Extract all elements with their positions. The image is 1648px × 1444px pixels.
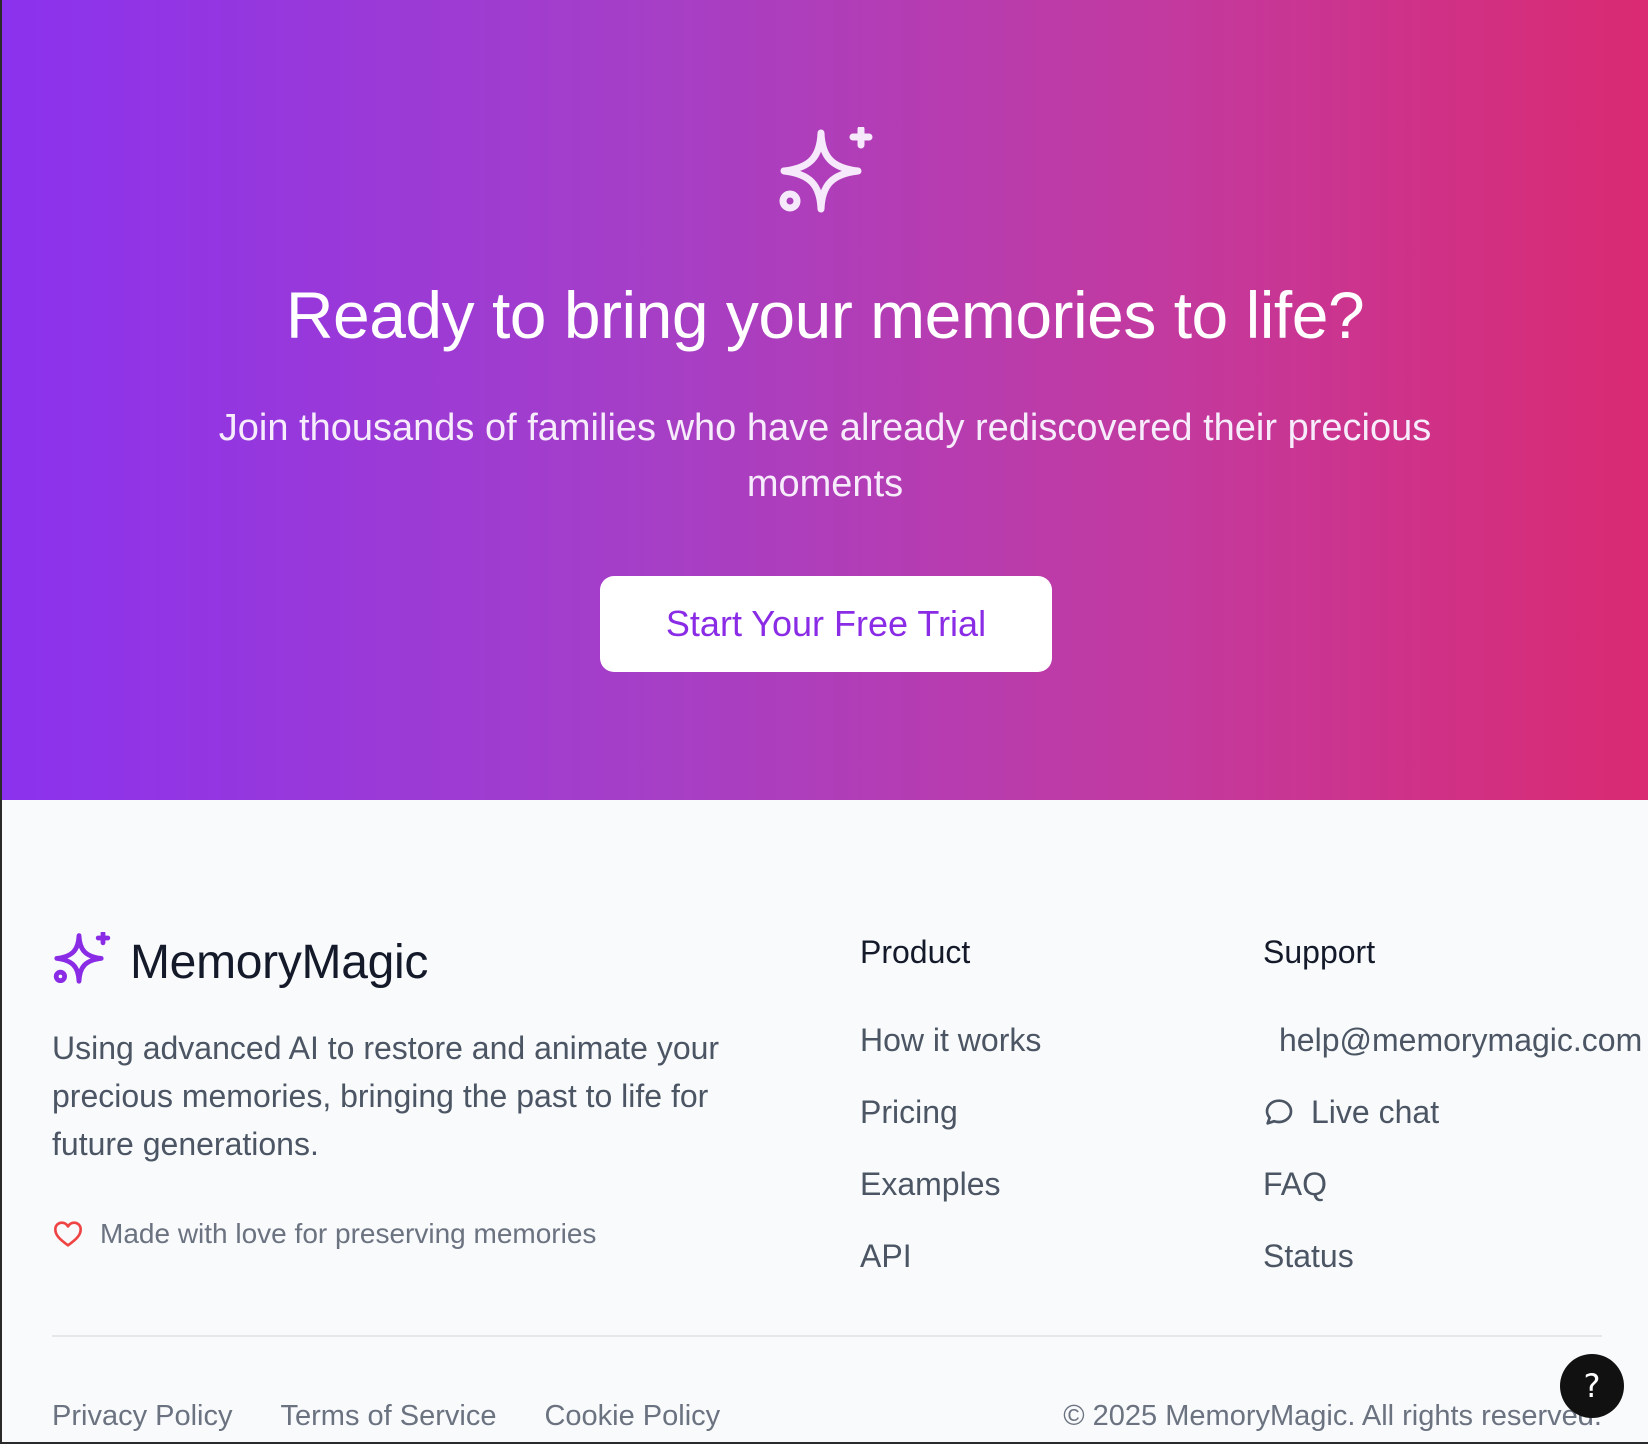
made-with-love-text: Made with love for preserving memories [100,1218,597,1249]
product-column: Product How it works Pricing Examples AP… [860,930,1041,1292]
pricing-link[interactable]: Pricing [860,1076,1041,1148]
cta-subtitle: Join thousands of families who have alre… [218,407,1432,505]
status-link[interactable]: Status [1263,1220,1642,1292]
examples-link[interactable]: Examples [860,1148,1041,1220]
chat-bubble-icon [1265,1099,1293,1125]
help-button[interactable]: ? [1560,1354,1624,1418]
legal-links: Privacy Policy Terms of Service Cookie P… [52,1400,768,1433]
footer-brand[interactable]: MemoryMagic [52,930,428,994]
product-heading: Product [860,934,971,970]
support-heading: Support [1263,934,1376,970]
brand-name: MemoryMagic [130,935,429,989]
live-chat-link[interactable]: Live chat [1263,1076,1642,1148]
sparkles-icon [53,932,111,984]
cookie-policy-link[interactable]: Cookie Policy [544,1400,720,1433]
api-link[interactable]: API [860,1220,1041,1292]
site-footer: MemoryMagic Using advanced AI to restore… [2,800,1648,1442]
copyright-text: © 2025 MemoryMagic. All rights reserved. [1063,1400,1602,1432]
sparkles-icon [779,127,873,213]
question-mark-icon: ? [1583,1367,1601,1405]
support-links: help@memorymagic.com Live chat FAQ Statu… [1263,1004,1642,1292]
privacy-policy-link[interactable]: Privacy Policy [52,1400,233,1433]
footer-divider [52,1335,1602,1337]
product-links: How it works Pricing Examples API [860,1004,1041,1292]
terms-of-service-link[interactable]: Terms of Service [281,1400,497,1433]
support-column: Support help@memorymagic.com Live chat F… [1263,930,1642,1292]
heart-icon [54,1221,82,1247]
how-it-works-link[interactable]: How it works [860,1004,1041,1076]
made-with-love-note: Made with love for preserving memories [52,1218,596,1250]
start-free-trial-button[interactable]: Start Your Free Trial [600,576,1052,672]
cta-section: Ready to bring your memories to life? Jo… [2,0,1648,800]
brand-description: Using advanced AI to restore and animate… [52,1030,720,1162]
page: Ready to bring your memories to life? Jo… [0,0,1648,1444]
cta-title: Ready to bring your memories to life? [285,278,1365,352]
live-chat-label: Live chat [1311,1093,1440,1130]
faq-link[interactable]: FAQ [1263,1148,1642,1220]
support-email-link[interactable]: help@memorymagic.com [1263,1004,1642,1076]
